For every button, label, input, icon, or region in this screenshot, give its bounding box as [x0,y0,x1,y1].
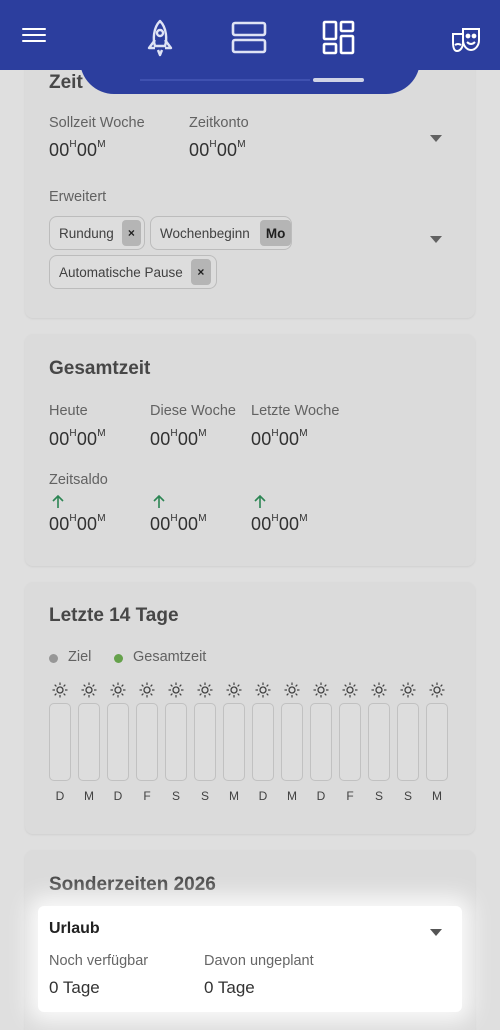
day-bar[interactable] [107,703,129,781]
sun-icon [81,682,97,698]
day-label: D [258,789,268,803]
rundung-remove-icon[interactable]: × [121,220,141,246]
sun-icon [139,682,155,698]
day-bar[interactable] [223,703,245,781]
pause-chip[interactable]: Automatische Pause × [49,255,217,289]
day-bar[interactable] [49,703,71,781]
active-tab-indicator [313,78,364,82]
urlaub-section[interactable]: Urlaub Noch verfügbar 0 Tage Davon ungep… [38,906,462,1012]
diese-woche-label: Diese Woche [150,403,236,419]
sun-icon [226,682,242,698]
day-label: M [432,789,442,803]
day-label: S [171,789,180,803]
sun-icon [400,682,416,698]
saldo-up-arrow-icon [254,495,266,508]
theater-masks-icon[interactable] [446,20,486,60]
davon-ungeplant-label: Davon ungeplant [204,953,314,969]
sun-icon [342,682,358,698]
letzte-14-tage-title: Letzte 14 Tage [49,605,179,626]
saldo-heute-value: 00H00M [49,513,106,534]
letzte-14-tage-card: Letzte 14 Tage Ziel Gesamtzeit D M D F S S M D M… [25,582,475,834]
day-label: M [84,789,94,803]
pause-remove-icon[interactable]: × [190,259,211,285]
day-label: D [316,789,326,803]
day-bar[interactable] [339,703,361,781]
zeit-card-title: Zeit [49,72,83,93]
day-label: S [403,789,412,803]
day-bar[interactable] [397,703,419,781]
rows-icon[interactable] [225,14,273,62]
day-label: D [55,789,65,803]
legend-gesamtzeit-label: Gesamtzeit [133,649,207,665]
day-label: D [113,789,123,803]
gesamtzeit-title: Gesamtzeit [49,358,151,379]
sun-icon [110,682,126,698]
rundung-chip[interactable]: Rundung × [49,216,145,250]
day-bar[interactable] [252,703,274,781]
heute-value: 00H00M [49,428,106,449]
day-label: F [143,789,151,803]
legend-ziel-dot [49,654,58,663]
day-label: M [287,789,297,803]
day-label: F [346,789,354,803]
sun-icon [284,682,300,698]
sun-icon [313,682,329,698]
erweitert-label: Erweitert [49,189,107,205]
legend-ziel-label: Ziel [68,649,92,665]
noch-verfuegbar-value: 0 Tage [49,978,100,997]
sun-icon [371,682,387,698]
zeit-card: Zeit Sollzeit Woche 00H00M Zeitkonto 00H… [25,60,475,318]
day-bar[interactable] [165,703,187,781]
rocket-icon[interactable] [136,14,184,62]
day-bar[interactable] [281,703,303,781]
day-bar[interactable] [368,703,390,781]
erweitert-expand-chevron-icon[interactable] [430,236,442,243]
sun-icon [255,682,271,698]
sun-icon [429,682,445,698]
hamburger-menu-icon[interactable] [20,24,48,48]
wochenbeginn-chip-label: Wochenbeginn [160,225,250,241]
day-bar[interactable] [136,703,158,781]
heute-label: Heute [49,403,88,419]
pause-chip-label: Automatische Pause [59,264,183,280]
day-label: S [200,789,209,803]
main-content: Zeit Sollzeit Woche 00H00M Zeitkonto 00H… [0,0,500,1030]
zeit-expand-chevron-icon[interactable] [430,135,442,142]
day-bar[interactable] [426,703,448,781]
wochenbeginn-chip[interactable]: Wochenbeginn Mo [150,216,292,250]
tab-track [140,79,310,81]
urlaub-expand-chevron-icon[interactable] [430,929,442,936]
davon-ungeplant-value: 0 Tage [204,978,255,997]
sun-icon [52,682,68,698]
zeitkonto-label: Zeitkonto [189,115,249,131]
day-label: S [374,789,383,803]
sollzeit-value: 00H00M [49,139,106,160]
saldo-up-arrow-icon [52,495,64,508]
letzte-woche-value: 00H00M [251,428,308,449]
sun-icon [168,682,184,698]
saldo-diese-woche-value: 00H00M [150,513,207,534]
day-bar[interactable] [78,703,100,781]
day-bar[interactable] [194,703,216,781]
saldo-letzte-woche-value: 00H00M [251,513,308,534]
app-bar-tab-well [80,60,420,94]
sollzeit-label: Sollzeit Woche [49,115,145,131]
day-label: M [229,789,239,803]
noch-verfuegbar-label: Noch verfügbar [49,953,149,969]
sonderzeiten-title: Sonderzeiten 2026 [49,874,216,895]
diese-woche-value: 00H00M [150,428,207,449]
day-bar[interactable] [310,703,332,781]
legend-gesamtzeit-dot [114,654,123,663]
zeitsaldo-label: Zeitsaldo [49,472,108,488]
saldo-up-arrow-icon [153,495,165,508]
sun-icon [197,682,213,698]
letzte-woche-label: Letzte Woche [251,403,340,419]
wochenbeginn-value[interactable]: Mo [259,220,292,246]
gesamtzeit-card: Gesamtzeit Heute Diese Woche Letzte Woch… [25,334,475,566]
urlaub-label: Urlaub [49,920,100,937]
zeitkonto-value: 00H00M [189,139,246,160]
dashboard-icon[interactable] [315,14,363,62]
rundung-chip-label: Rundung [59,225,114,241]
